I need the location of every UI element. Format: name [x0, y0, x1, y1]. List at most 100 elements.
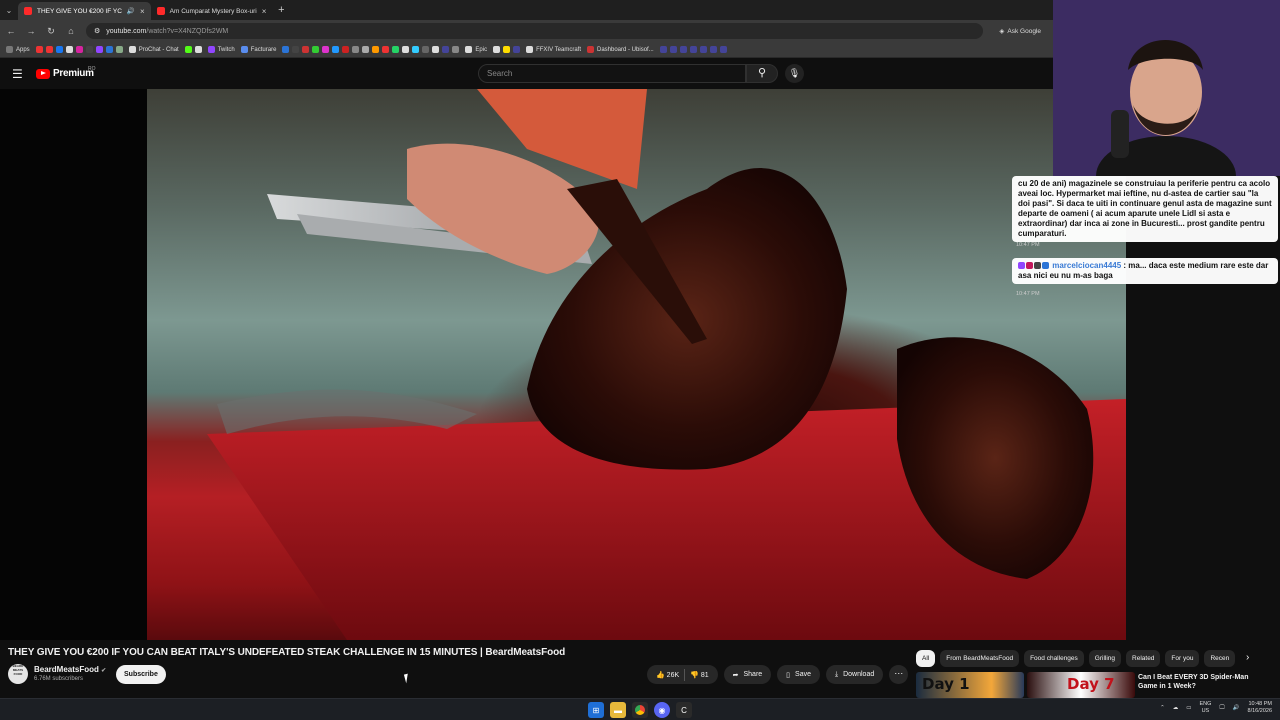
bookmark-icon-group[interactable] [659, 46, 727, 53]
channel-avatar[interactable]: BEARD MEATS FOOD [8, 664, 28, 684]
bookmark-facturare[interactable]: Facturare [240, 46, 276, 53]
forward-icon[interactable]: → [26, 26, 36, 36]
video-frame[interactable] [147, 89, 1126, 640]
bookmark-kick[interactable] [184, 46, 202, 53]
facebook-icon [55, 46, 63, 53]
monitor-icon[interactable]: 🖵 [1219, 705, 1224, 712]
recommendation-title[interactable]: Can I Beat EVERY 3D Spider-Man Game in 1… [1138, 673, 1268, 691]
chat-username[interactable]: marcelciocan4445 [1052, 261, 1121, 270]
bookmark-ffxiv[interactable]: FFXIV Teamcraft [526, 46, 581, 53]
youtube-header: ☰ Premium RO Search ⚲ 🎙 [0, 58, 1053, 89]
recommendation-thumbnail[interactable]: Day 1 [916, 672, 1024, 698]
thumbs-down-icon: 👎 [690, 671, 699, 679]
clock-date: 8/16/2026 [1247, 708, 1272, 714]
site-icon [312, 46, 320, 53]
new-tab-icon[interactable]: + [272, 4, 290, 16]
home-icon[interactable]: ⌂ [66, 26, 76, 36]
chip-from-channel[interactable]: From BeardMeatsFood [940, 650, 1020, 667]
verified-icon: ✔ [101, 668, 107, 674]
tab-search-icon[interactable]: ⌄ [0, 6, 18, 15]
youtube-icon [35, 46, 43, 53]
chip-related[interactable]: Related [1126, 650, 1161, 667]
chip-for-you[interactable]: For you [1165, 650, 1200, 667]
thumbs-up-icon: 👍 [656, 671, 665, 679]
chip-food-challenges[interactable]: Food challenges [1024, 650, 1084, 667]
bookmark-epic[interactable]: Epic [465, 46, 487, 53]
bookmark-apps[interactable]: Apps [6, 46, 30, 53]
site-icon [352, 46, 360, 53]
address-bar-row: ← → ↻ ⌂ ⚙ youtube.com/watch?v=X4NZQDfs2W… [0, 20, 1053, 42]
save-label: Save [795, 671, 811, 678]
cloud-icon[interactable]: ☁ [1173, 705, 1179, 711]
site-info-icon[interactable]: ⚙ [94, 27, 100, 35]
recommendation-thumbnail[interactable]: Day 7 [1027, 672, 1135, 698]
channel-avatar-text: BEARD MEATS FOOD [12, 664, 24, 676]
search-input[interactable]: Search [478, 64, 746, 83]
download-icon: ⤓ [835, 670, 839, 678]
download-button[interactable]: ⤓ Download [826, 665, 884, 684]
more-actions-button[interactable]: ⋯ [889, 665, 909, 684]
back-icon[interactable]: ← [6, 26, 16, 36]
site-icon [382, 46, 390, 53]
network-icon[interactable]: ▭ [1186, 705, 1191, 711]
clock[interactable]: 10:48 PM 8/16/2026 [1248, 701, 1272, 715]
search-icon: ⚲ [757, 67, 767, 79]
site-icon [699, 46, 707, 53]
dislike-button[interactable]: 👎 81 [690, 671, 708, 679]
bookmark-twitch[interactable]: Twitch [207, 46, 235, 53]
language-indicator[interactable]: ENG US [1199, 701, 1211, 715]
app-icon[interactable]: C [676, 702, 692, 718]
site-icon [709, 46, 717, 53]
site-icon [513, 46, 521, 53]
close-tab-icon[interactable]: × [262, 7, 267, 16]
file-explorer-icon[interactable]: ▬ [610, 702, 626, 718]
chrome-icon[interactable] [632, 702, 648, 718]
youtube-logo[interactable]: Premium [36, 68, 94, 79]
dislike-count: 81 [700, 671, 709, 679]
channel-name[interactable]: BeardMeatsFood ✔ [34, 665, 106, 674]
chip-recent[interactable]: Recen [1204, 650, 1236, 667]
prochat-icon [128, 46, 136, 53]
search-button[interactable]: ⚲ [746, 64, 778, 83]
twitch-icon [95, 46, 103, 53]
browser-tab[interactable]: Am Cumparat Mystery Box-uri × [151, 2, 273, 20]
tab-title: Am Cumparat Mystery Box-uri [169, 7, 257, 15]
twitch-icon [207, 46, 215, 53]
url-input[interactable]: ⚙ youtube.com/watch?v=X4NZQDfs2WM [86, 23, 984, 39]
subscribe-button[interactable]: Subscribe [116, 665, 166, 684]
chip-all[interactable]: All [916, 650, 936, 667]
chat-message: marcelciocan4445 : ma... daca este mediu… [1012, 258, 1278, 284]
download-label: Download [843, 671, 875, 678]
ask-google-button[interactable]: ◈ Ask Google [993, 27, 1047, 36]
bookmark-icon-group[interactable] [35, 46, 123, 53]
bookmark-prochat[interactable]: ProChat - Chat [128, 46, 179, 53]
chip-grilling[interactable]: Grilling [1088, 650, 1122, 667]
bookmark-icon: ▯ [786, 671, 791, 679]
like-button[interactable]: 👍 26K [656, 671, 679, 679]
speaker-icon[interactable]: 🔊 [1233, 705, 1240, 711]
voice-search-button[interactable]: 🎙 [785, 64, 804, 83]
chevron-right-icon[interactable]: › [1246, 652, 1249, 663]
whatsapp-icon [392, 46, 400, 53]
share-button[interactable]: ➦ Share [723, 665, 772, 684]
chevron-up-icon[interactable]: ⌃ [1160, 705, 1165, 711]
reload-icon[interactable]: ↻ [46, 26, 56, 37]
bookmark-ubisoft[interactable]: Dashboard - Ubisof... [587, 46, 654, 53]
video-player[interactable] [0, 89, 1126, 640]
site-icon [194, 46, 202, 53]
windows-start-icon[interactable]: ⊞ [588, 702, 604, 718]
menu-icon[interactable]: ☰ [12, 67, 23, 81]
bookmark-icon-group[interactable] [282, 46, 460, 53]
bookmark-label: Dashboard - Ubisof... [597, 46, 654, 53]
instagram-icon [75, 46, 83, 53]
chat-timestamp: 10:47 PM [1016, 291, 1040, 297]
epic-icon [465, 46, 473, 53]
discord-icon[interactable]: ◉ [654, 702, 670, 718]
close-tab-icon[interactable]: × [140, 7, 145, 16]
save-button[interactable]: ▯ Save [777, 665, 820, 684]
browser-tab-active[interactable]: THEY GIVE YOU €200 IF YC 🔊 × [18, 2, 151, 20]
site-icon [412, 46, 420, 53]
site-icon [719, 46, 727, 53]
bookmark-icon-group[interactable] [493, 46, 521, 53]
share-label: Share [743, 671, 763, 678]
